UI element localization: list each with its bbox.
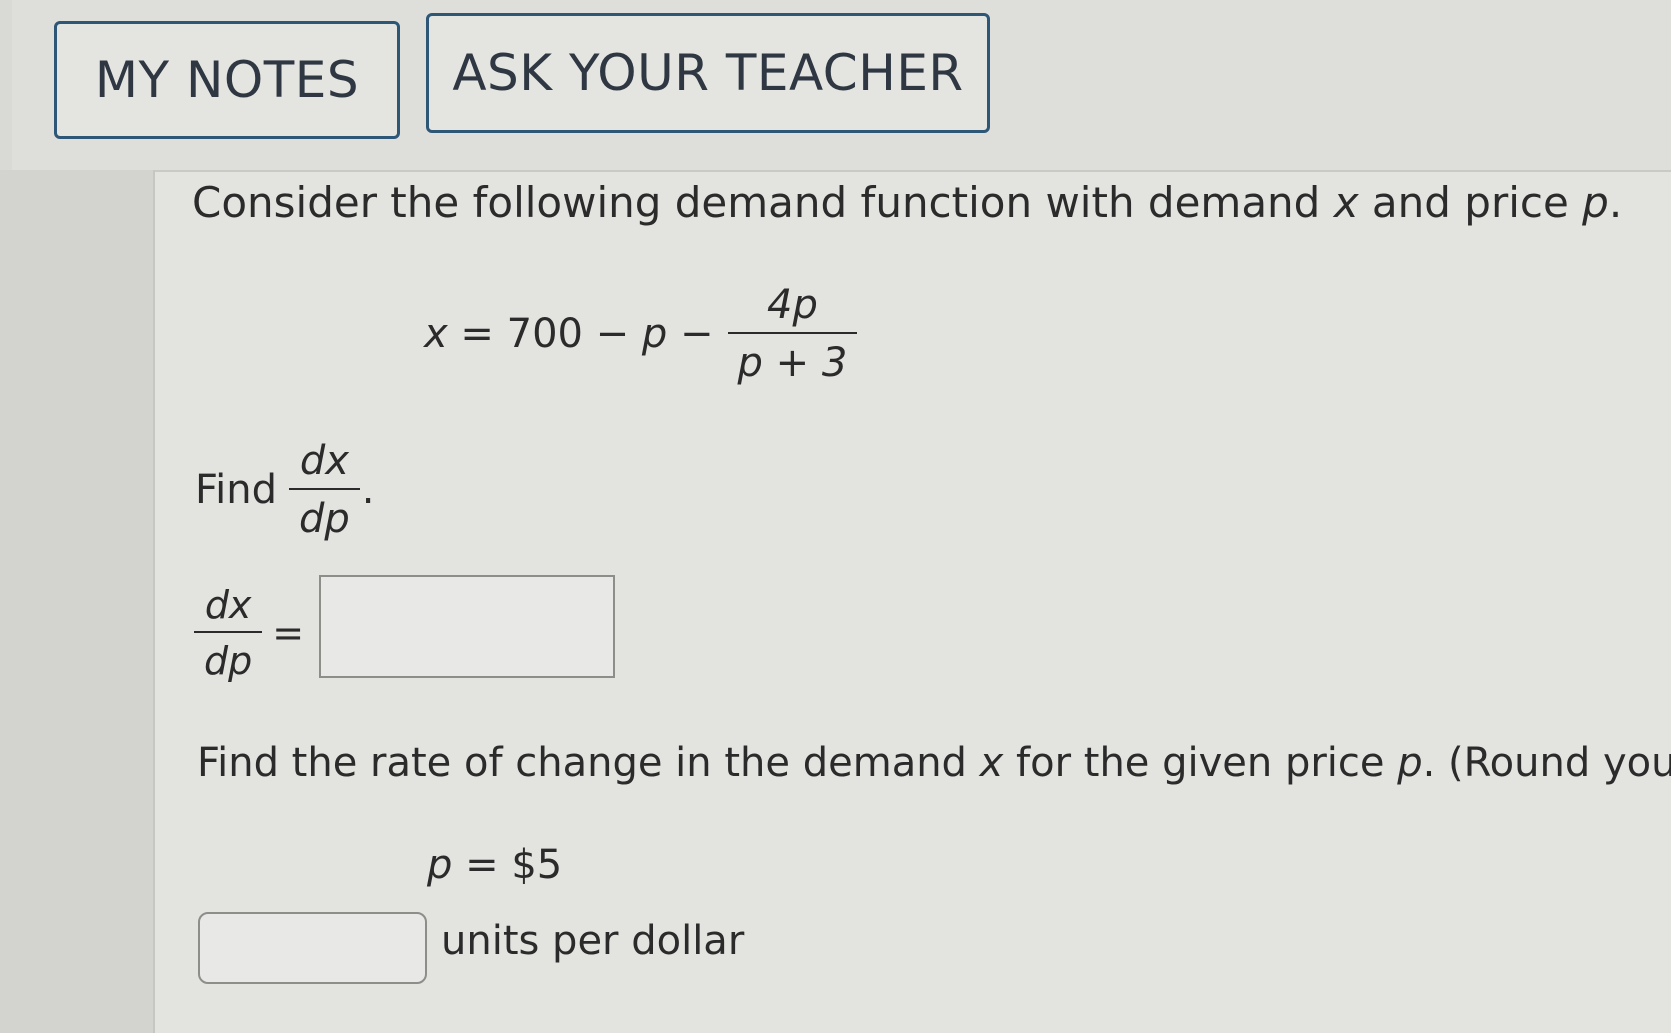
equation-lhs: x	[424, 311, 448, 357]
find-end: .	[361, 467, 375, 513]
demand-equation: x = 700 − p − 4p p + 3	[424, 282, 858, 386]
find-fraction: dx dp	[288, 438, 360, 542]
left-margin	[0, 170, 155, 1033]
find-derivative-prompt: Find dx dp .	[195, 438, 374, 542]
fraction-numerator: 4p	[767, 282, 818, 328]
my-notes-button[interactable]: MY NOTES	[54, 21, 400, 139]
equation-fraction: 4p p + 3	[727, 282, 858, 386]
derivative-equals: =	[272, 611, 305, 655]
units-label: units per dollar	[441, 918, 745, 964]
fraction-denominator: p + 3	[727, 332, 858, 386]
find-numerator: dx	[299, 438, 349, 484]
find-denominator: dp	[288, 488, 360, 542]
equation-p: p	[641, 311, 668, 357]
derivative-denominator: dp	[194, 631, 263, 683]
derivative-answer-input[interactable]	[319, 575, 615, 678]
derivative-numerator: dx	[204, 583, 252, 627]
equation-minus: −	[667, 311, 714, 357]
find-label: Find	[195, 467, 277, 513]
equation-middle: = 700 −	[447, 311, 642, 357]
toolbar: MY NOTES ASK YOUR TEACHER	[12, 0, 1671, 172]
given-price: p = $5	[427, 842, 563, 888]
rate-answer-input[interactable]	[198, 912, 427, 984]
ask-your-teacher-button[interactable]: ASK YOUR TEACHER	[426, 13, 990, 133]
problem-intro: Consider the following demand function w…	[192, 178, 1623, 227]
derivative-label: dx dp =	[194, 583, 304, 683]
derivative-fraction: dx dp	[194, 583, 263, 683]
rate-of-change-prompt: Find the rate of change in the demand x …	[197, 740, 1671, 786]
